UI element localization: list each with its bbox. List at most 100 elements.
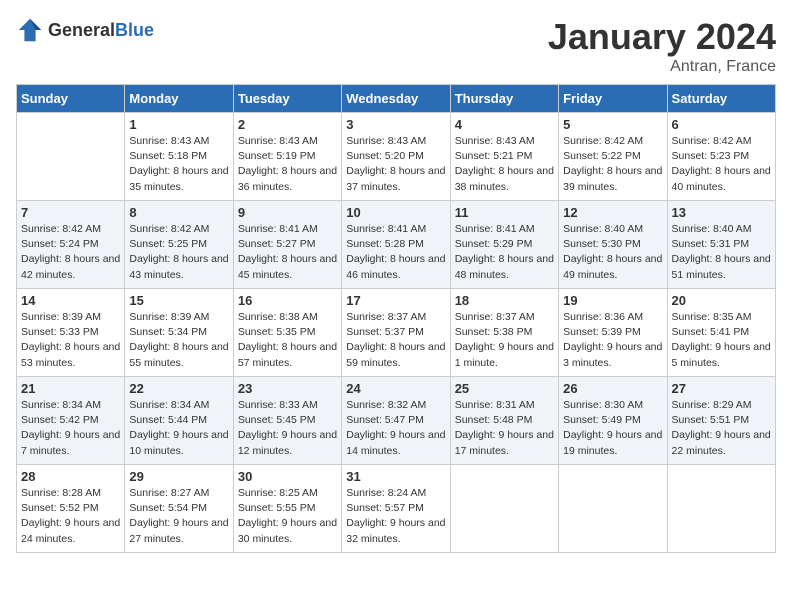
day-info: Sunrise: 8:41 AM Sunset: 5:29 PM Dayligh… — [455, 222, 554, 283]
day-number: 4 — [455, 117, 554, 132]
calendar-cell: 8 Sunrise: 8:42 AM Sunset: 5:25 PM Dayli… — [125, 201, 233, 289]
daylight-text: Daylight: 9 hours and 19 minutes. — [563, 429, 662, 456]
day-info: Sunrise: 8:32 AM Sunset: 5:47 PM Dayligh… — [346, 398, 445, 459]
calendar-cell: 11 Sunrise: 8:41 AM Sunset: 5:29 PM Dayl… — [450, 201, 558, 289]
daylight-text: Daylight: 9 hours and 12 minutes. — [238, 429, 337, 456]
day-info: Sunrise: 8:37 AM Sunset: 5:37 PM Dayligh… — [346, 310, 445, 371]
calendar-cell: 29 Sunrise: 8:27 AM Sunset: 5:54 PM Dayl… — [125, 465, 233, 553]
day-number: 23 — [238, 381, 337, 396]
calendar-cell: 14 Sunrise: 8:39 AM Sunset: 5:33 PM Dayl… — [17, 289, 125, 377]
col-thursday: Thursday — [450, 85, 558, 113]
sunrise-text: Sunrise: 8:30 AM — [563, 399, 643, 411]
sunrise-text: Sunrise: 8:25 AM — [238, 487, 318, 499]
day-number: 30 — [238, 469, 337, 484]
sunrise-text: Sunrise: 8:39 AM — [129, 311, 209, 323]
day-info: Sunrise: 8:42 AM Sunset: 5:24 PM Dayligh… — [21, 222, 120, 283]
calendar-title: January 2024 — [548, 16, 776, 58]
sunrise-text: Sunrise: 8:37 AM — [455, 311, 535, 323]
calendar-cell: 23 Sunrise: 8:33 AM Sunset: 5:45 PM Dayl… — [233, 377, 341, 465]
day-number: 11 — [455, 205, 554, 220]
calendar-cell: 10 Sunrise: 8:41 AM Sunset: 5:28 PM Dayl… — [342, 201, 450, 289]
sunrise-text: Sunrise: 8:42 AM — [21, 223, 101, 235]
calendar-cell: 6 Sunrise: 8:42 AM Sunset: 5:23 PM Dayli… — [667, 113, 775, 201]
sunset-text: Sunset: 5:20 PM — [346, 150, 424, 162]
daylight-text: Daylight: 8 hours and 45 minutes. — [238, 253, 337, 280]
week-row-3: 14 Sunrise: 8:39 AM Sunset: 5:33 PM Dayl… — [17, 289, 776, 377]
day-number: 10 — [346, 205, 445, 220]
day-number: 28 — [21, 469, 120, 484]
day-info: Sunrise: 8:43 AM Sunset: 5:20 PM Dayligh… — [346, 134, 445, 195]
day-number: 31 — [346, 469, 445, 484]
calendar-table: Sunday Monday Tuesday Wednesday Thursday… — [16, 84, 776, 553]
day-number: 8 — [129, 205, 228, 220]
sunrise-text: Sunrise: 8:43 AM — [455, 135, 535, 147]
sunrise-text: Sunrise: 8:40 AM — [672, 223, 752, 235]
sunset-text: Sunset: 5:54 PM — [129, 502, 207, 514]
day-info: Sunrise: 8:41 AM Sunset: 5:27 PM Dayligh… — [238, 222, 337, 283]
sunrise-text: Sunrise: 8:29 AM — [672, 399, 752, 411]
col-wednesday: Wednesday — [342, 85, 450, 113]
day-number: 12 — [563, 205, 662, 220]
daylight-text: Daylight: 9 hours and 17 minutes. — [455, 429, 554, 456]
day-number: 3 — [346, 117, 445, 132]
daylight-text: Daylight: 9 hours and 5 minutes. — [672, 341, 771, 368]
day-number: 20 — [672, 293, 771, 308]
day-info: Sunrise: 8:34 AM Sunset: 5:42 PM Dayligh… — [21, 398, 120, 459]
calendar-cell: 25 Sunrise: 8:31 AM Sunset: 5:48 PM Dayl… — [450, 377, 558, 465]
sunrise-text: Sunrise: 8:38 AM — [238, 311, 318, 323]
daylight-text: Daylight: 9 hours and 22 minutes. — [672, 429, 771, 456]
day-info: Sunrise: 8:42 AM Sunset: 5:22 PM Dayligh… — [563, 134, 662, 195]
day-number: 15 — [129, 293, 228, 308]
day-info: Sunrise: 8:38 AM Sunset: 5:35 PM Dayligh… — [238, 310, 337, 371]
calendar-cell: 27 Sunrise: 8:29 AM Sunset: 5:51 PM Dayl… — [667, 377, 775, 465]
sunset-text: Sunset: 5:47 PM — [346, 414, 424, 426]
col-tuesday: Tuesday — [233, 85, 341, 113]
sunset-text: Sunset: 5:37 PM — [346, 326, 424, 338]
sunset-text: Sunset: 5:28 PM — [346, 238, 424, 250]
calendar-subtitle: Antran, France — [548, 58, 776, 76]
day-info: Sunrise: 8:39 AM Sunset: 5:34 PM Dayligh… — [129, 310, 228, 371]
day-info: Sunrise: 8:36 AM Sunset: 5:39 PM Dayligh… — [563, 310, 662, 371]
day-number: 17 — [346, 293, 445, 308]
sunrise-text: Sunrise: 8:42 AM — [563, 135, 643, 147]
calendar-cell: 31 Sunrise: 8:24 AM Sunset: 5:57 PM Dayl… — [342, 465, 450, 553]
col-saturday: Saturday — [667, 85, 775, 113]
daylight-text: Daylight: 8 hours and 59 minutes. — [346, 341, 445, 368]
day-info: Sunrise: 8:39 AM Sunset: 5:33 PM Dayligh… — [21, 310, 120, 371]
day-number: 19 — [563, 293, 662, 308]
calendar-cell: 2 Sunrise: 8:43 AM Sunset: 5:19 PM Dayli… — [233, 113, 341, 201]
sunset-text: Sunset: 5:19 PM — [238, 150, 316, 162]
day-number: 14 — [21, 293, 120, 308]
day-number: 16 — [238, 293, 337, 308]
sunrise-text: Sunrise: 8:42 AM — [672, 135, 752, 147]
sunrise-text: Sunrise: 8:41 AM — [455, 223, 535, 235]
calendar-cell — [667, 465, 775, 553]
calendar-cell: 19 Sunrise: 8:36 AM Sunset: 5:39 PM Dayl… — [559, 289, 667, 377]
sunrise-text: Sunrise: 8:43 AM — [346, 135, 426, 147]
sunset-text: Sunset: 5:31 PM — [672, 238, 750, 250]
daylight-text: Daylight: 9 hours and 24 minutes. — [21, 517, 120, 544]
sunrise-text: Sunrise: 8:28 AM — [21, 487, 101, 499]
daylight-text: Daylight: 9 hours and 14 minutes. — [346, 429, 445, 456]
day-number: 5 — [563, 117, 662, 132]
day-number: 26 — [563, 381, 662, 396]
calendar-cell — [559, 465, 667, 553]
sunrise-text: Sunrise: 8:33 AM — [238, 399, 318, 411]
sunset-text: Sunset: 5:41 PM — [672, 326, 750, 338]
sunset-text: Sunset: 5:23 PM — [672, 150, 750, 162]
sunrise-text: Sunrise: 8:35 AM — [672, 311, 752, 323]
day-number: 24 — [346, 381, 445, 396]
daylight-text: Daylight: 8 hours and 39 minutes. — [563, 165, 662, 192]
logo-blue: Blue — [115, 20, 154, 40]
sunset-text: Sunset: 5:45 PM — [238, 414, 316, 426]
week-row-2: 7 Sunrise: 8:42 AM Sunset: 5:24 PM Dayli… — [17, 201, 776, 289]
logo-icon — [16, 16, 44, 44]
day-info: Sunrise: 8:42 AM Sunset: 5:23 PM Dayligh… — [672, 134, 771, 195]
day-number: 25 — [455, 381, 554, 396]
daylight-text: Daylight: 8 hours and 43 minutes. — [129, 253, 228, 280]
day-info: Sunrise: 8:29 AM Sunset: 5:51 PM Dayligh… — [672, 398, 771, 459]
daylight-text: Daylight: 8 hours and 48 minutes. — [455, 253, 554, 280]
day-number: 1 — [129, 117, 228, 132]
day-number: 18 — [455, 293, 554, 308]
sunset-text: Sunset: 5:29 PM — [455, 238, 533, 250]
